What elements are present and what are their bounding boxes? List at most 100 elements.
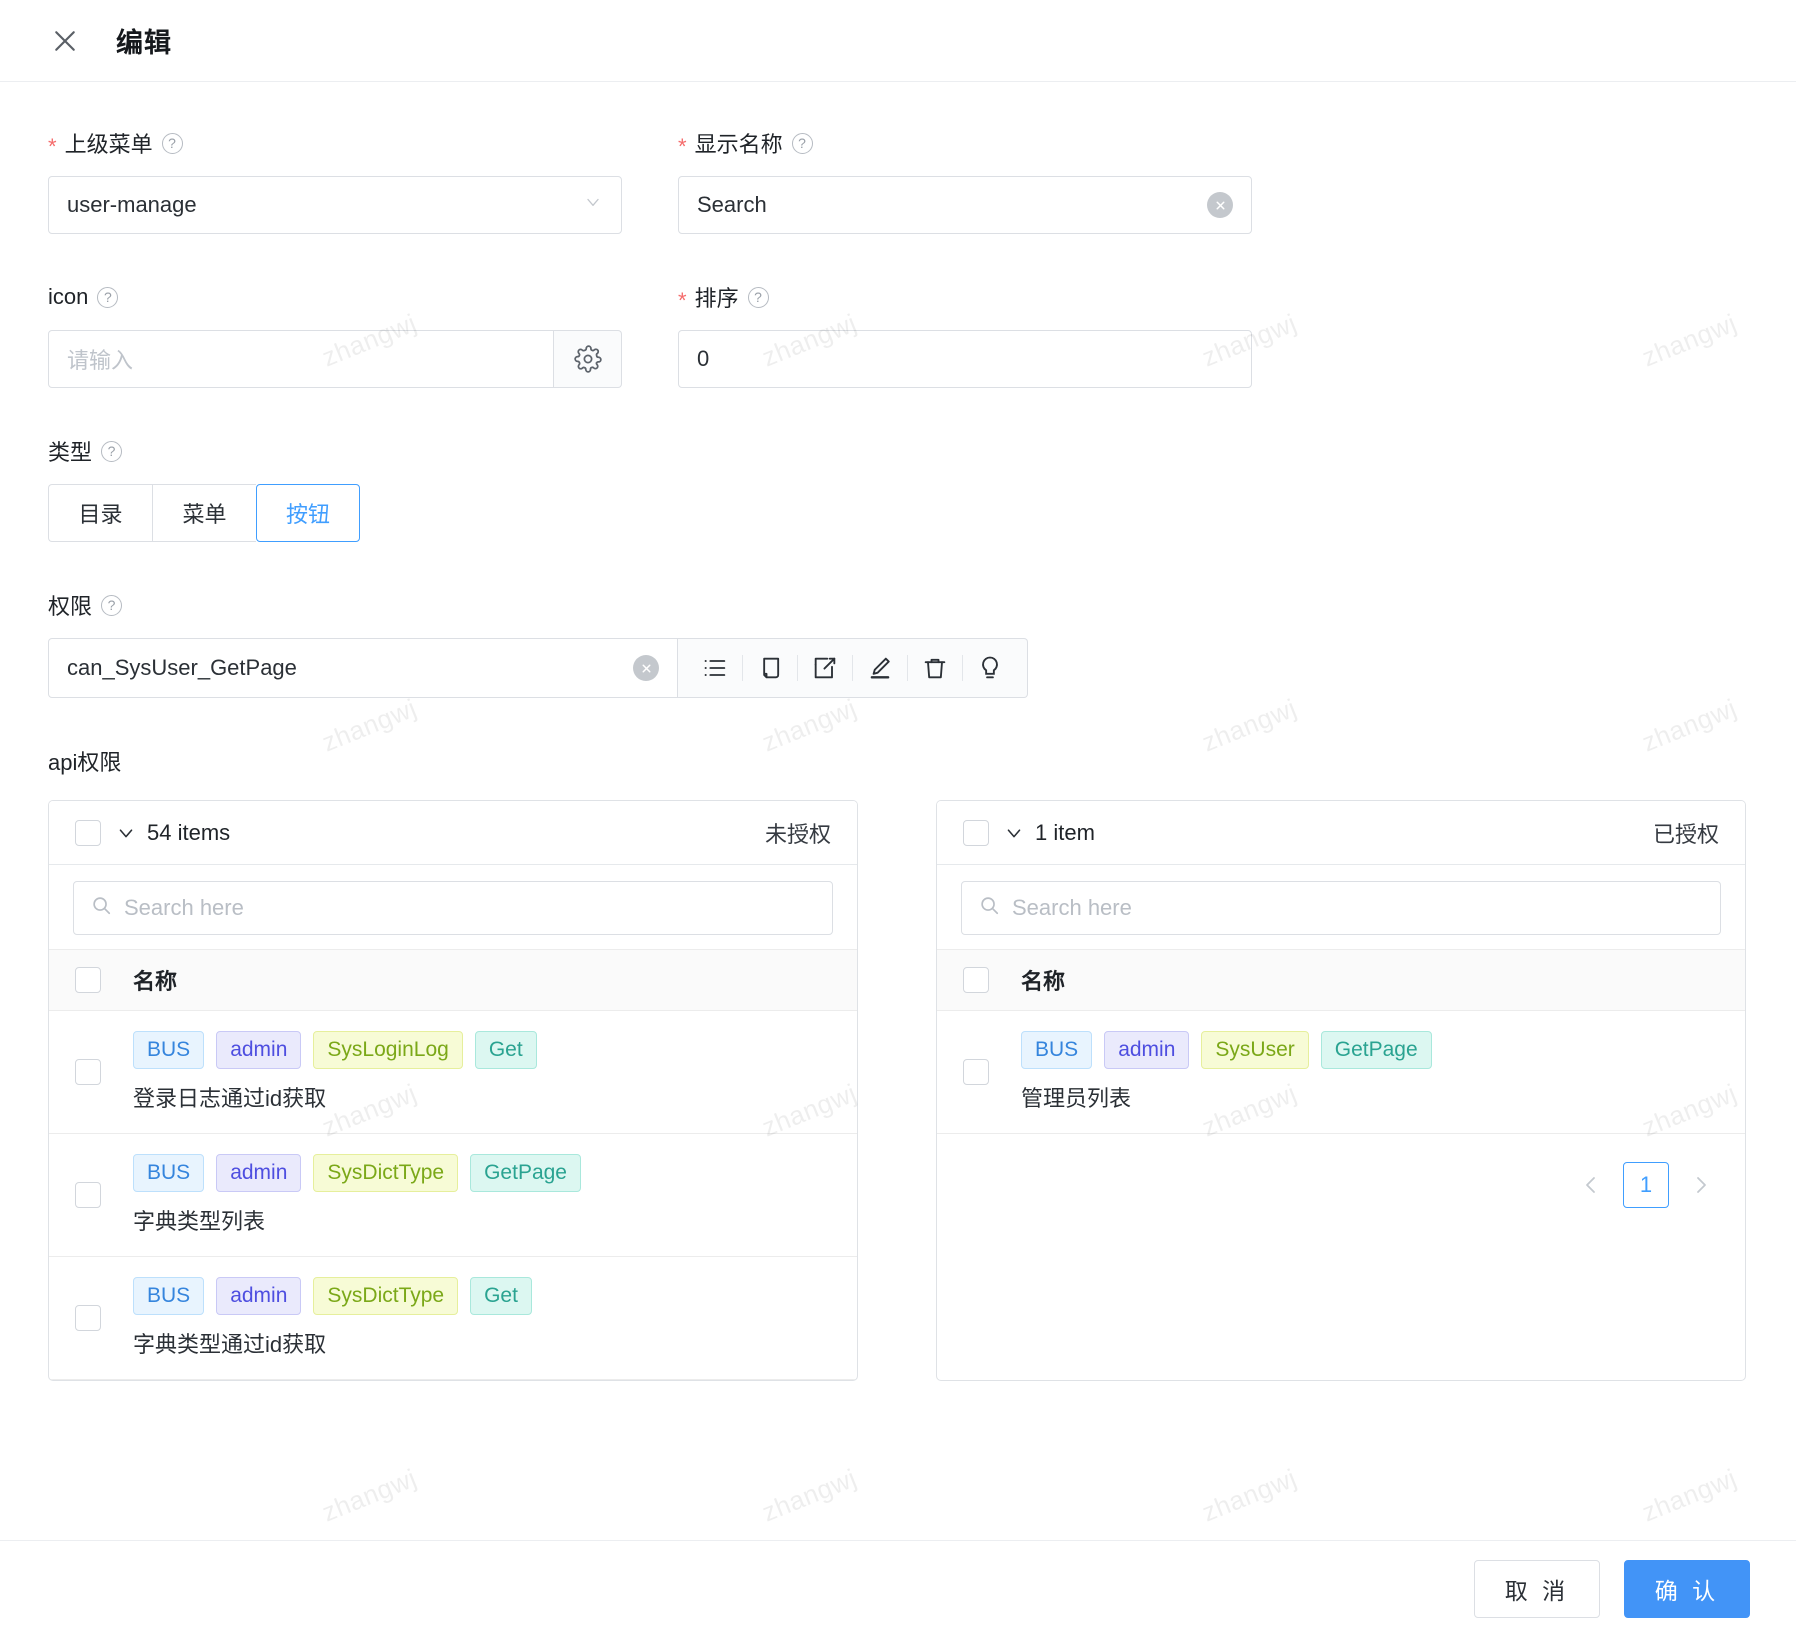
bulb-icon[interactable] [963,646,1017,690]
field-type: 类型 ? 目录 菜单 按钮 [48,434,1748,542]
right-column-name: 名称 [1021,969,1066,994]
display-name-label: * 显示名称 ? [678,126,1252,160]
api-permission-label: api权限 [48,744,1748,778]
table-row[interactable]: BUS admin SysDictType GetPage 字典类型列表 [49,1134,857,1257]
dialog-footer: 取 消 确 认 [0,1540,1796,1636]
field-display-name: * 显示名称 ? Search [678,126,1252,234]
chevron-down-icon[interactable] [115,822,137,844]
tag-role: admin [216,1277,302,1315]
display-name-label-text: 显示名称 [694,132,783,157]
row-checkbox[interactable] [75,1182,101,1208]
confirm-button[interactable]: 确 认 [1624,1559,1750,1618]
question-circle-icon[interactable]: ? [101,440,123,462]
tag-entity: SysUser [1201,1031,1309,1069]
row-checkbox[interactable] [75,1059,101,1085]
display-name-input[interactable]: Search [678,176,1252,234]
left-select-all-checkbox[interactable] [75,819,101,846]
parent-menu-select[interactable]: user-manage [48,176,622,234]
dialog-body: * 上级菜单 ? user-manage * 显示名称 ? Search ico… [0,82,1796,1381]
row-tags: BUS admin SysDictType GetPage [133,1154,581,1192]
list-icon[interactable] [688,646,742,690]
trash-icon[interactable] [908,646,962,690]
question-circle-icon[interactable]: ? [747,286,769,308]
icon-input[interactable]: 请输入 [48,330,554,388]
sort-input[interactable]: 0 [678,330,1252,388]
icon-placeholder: 请输入 [67,348,134,373]
parent-menu-value: user-manage [67,192,197,217]
sort-value: 0 [697,346,710,371]
permission-value: can_SysUser_GetPage [67,655,297,680]
field-permission: 权限 ? can_SysUser_GetPage [48,588,1748,698]
row-tags: BUS admin SysUser GetPage [1021,1031,1432,1069]
row-checkbox[interactable] [75,1305,101,1331]
dialog-header: 编辑 [0,0,1796,82]
chevron-left-icon[interactable] [1573,1167,1609,1203]
icon-field-label: icon ? [48,280,622,314]
left-column-name: 名称 [133,969,178,994]
gear-icon[interactable] [554,330,622,388]
row-checkbox[interactable] [963,1059,989,1085]
table-row[interactable]: BUS admin SysDictType Get 字典类型通过id获取 [49,1257,857,1380]
type-option-menu[interactable]: 菜单 [152,484,256,542]
tag-module: BUS [1021,1031,1093,1069]
right-pagination: 1 [937,1134,1745,1236]
right-search-input[interactable]: Search here [961,881,1721,935]
field-icon: icon ? 请输入 [48,280,622,388]
api-permission-section: api权限 54 items 未授权 Search here 名称 BUS ad… [48,744,1748,1381]
right-search-placeholder: Search here [1012,895,1132,920]
cancel-button[interactable]: 取 消 [1474,1559,1600,1618]
row-content: BUS admin SysUser GetPage 管理员列表 [1021,1031,1432,1113]
tag-module: BUS [133,1154,205,1192]
table-row[interactable]: BUS admin SysLoginLog Get 登录日志通过id获取 [49,1011,857,1134]
chevron-down-icon[interactable] [583,192,603,218]
search-icon [978,894,1000,922]
tag-entity: SysDictType [313,1154,459,1192]
left-search-input[interactable]: Search here [73,881,833,935]
question-circle-icon[interactable]: ? [791,132,813,154]
transfer-panel-authorized: 1 item 已授权 Search here 名称 BUS admin SysU… [936,800,1746,1381]
right-select-all-checkbox[interactable] [963,819,989,846]
pen-underline-icon[interactable] [853,646,907,690]
required-asterisk: * [678,134,687,159]
question-circle-icon[interactable]: ? [97,286,119,308]
form-row-2: icon ? 请输入 * 排序 ? 0 [48,280,1748,388]
tag-module: BUS [133,1277,205,1315]
left-panel-header: 54 items 未授权 [49,801,857,865]
icon-input-group: 请输入 [48,330,622,388]
type-radio-group: 目录 菜单 按钮 [48,484,1748,542]
display-name-value: Search [697,192,767,217]
tag-action: GetPage [470,1154,581,1192]
page-title: 编辑 [116,28,172,58]
right-panel-count: 1 item [1035,819,1095,845]
question-circle-icon[interactable]: ? [101,594,123,616]
left-table-header: 名称 [49,949,857,1011]
row-description: 管理员列表 [1021,1086,1132,1111]
question-circle-icon[interactable]: ? [161,132,183,154]
permission-input[interactable]: can_SysUser_GetPage [48,638,678,698]
chevron-right-icon[interactable] [1683,1167,1719,1203]
right-header-checkbox[interactable] [963,967,989,993]
tag-entity: SysDictType [313,1277,459,1315]
left-header-checkbox[interactable] [75,967,101,993]
clear-circle-icon[interactable] [1207,192,1233,218]
chevron-down-icon[interactable] [1003,822,1025,844]
close-icon[interactable] [48,24,82,58]
right-panel-state: 已授权 [1652,821,1719,847]
required-asterisk: * [678,288,687,313]
icon-field-label-text: icon [48,284,89,309]
pagination-page-1[interactable]: 1 [1623,1162,1669,1208]
tag-action: GetPage [1320,1031,1432,1069]
edit-square-icon[interactable] [798,646,852,690]
type-option-button[interactable]: 按钮 [256,484,360,542]
clear-circle-icon[interactable] [633,655,659,681]
permission-label: 权限 ? [48,588,1748,622]
row-description: 字典类型通过id获取 [133,1332,327,1357]
left-search-placeholder: Search here [124,895,244,920]
copy-icon[interactable] [743,646,797,690]
type-option-directory[interactable]: 目录 [48,484,152,542]
row-description: 字典类型列表 [133,1209,266,1234]
search-icon [90,894,112,922]
table-row[interactable]: BUS admin SysUser GetPage 管理员列表 [937,1011,1745,1134]
row-tags: BUS admin SysLoginLog Get [133,1031,537,1069]
row-content: BUS admin SysDictType GetPage 字典类型列表 [133,1154,581,1236]
